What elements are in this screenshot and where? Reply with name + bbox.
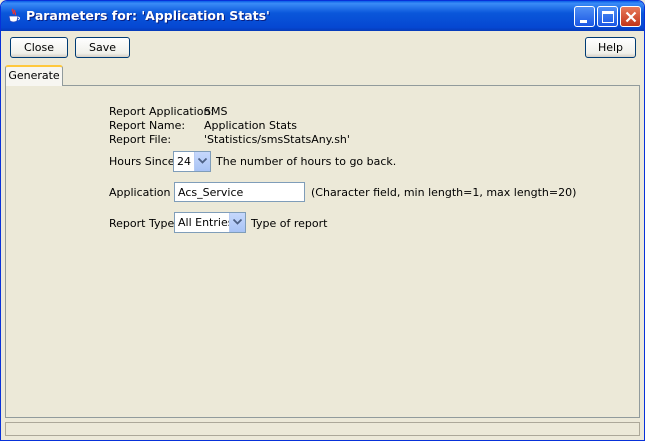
java-cup-icon [7,8,21,24]
status-bar [5,422,640,436]
hours-since-dropdown-button[interactable] [194,152,210,171]
maximize-icon [602,11,614,23]
save-button[interactable]: Save [75,37,130,58]
maximize-button[interactable] [597,6,618,27]
chevron-down-icon [233,219,242,225]
hours-since-description: The number of hours to go back. [216,155,397,168]
hours-since-label: Hours Since [109,155,175,168]
report-type-label: Report Type [109,217,175,230]
report-type-value: All Entries [178,216,234,229]
report-type-select[interactable]: All Entries [174,212,246,233]
hours-since-value: 24 [177,155,191,168]
report-file-value: 'Statistics/smsStatsAny.sh' [204,133,350,146]
application-label: Application [109,186,171,199]
report-name-label: Report Name: [109,119,186,132]
minimize-icon [580,20,587,23]
title-bar[interactable]: Parameters for: 'Application Stats' [1,1,644,31]
report-application-label: Report Application: [109,105,215,118]
minimize-button[interactable] [574,6,595,27]
parameters-window: Parameters for: 'Application Stats' Clos… [0,0,645,441]
report-type-dropdown-button[interactable] [229,213,245,232]
hours-since-select[interactable]: 24 [173,151,211,172]
application-description: (Character field, min length=1, max leng… [311,186,577,199]
close-icon [625,11,637,23]
help-button[interactable]: Help [585,37,636,58]
report-type-description: Type of report [251,217,328,230]
close-window-button[interactable] [620,6,641,27]
close-button[interactable]: Close [10,37,68,58]
application-input[interactable] [175,183,304,201]
report-name-value: Application Stats [204,119,298,132]
tab-generate[interactable]: Generate [5,65,63,86]
report-application-value: SMS [204,105,228,118]
report-file-label: Report File: [109,133,172,146]
window-title: Parameters for: 'Application Stats' [26,8,270,23]
chevron-down-icon [198,158,207,164]
application-field[interactable] [174,182,305,202]
